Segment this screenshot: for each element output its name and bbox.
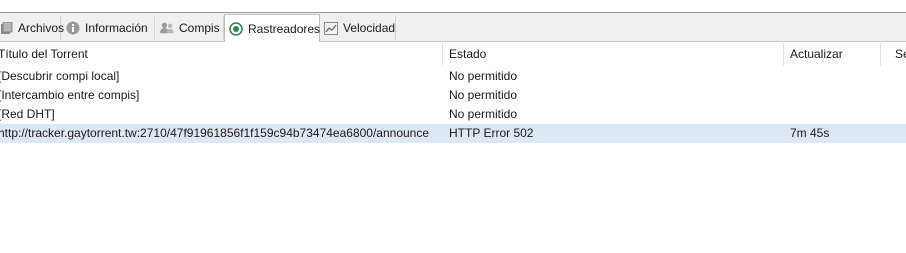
tab-speed-label: Velocidad [343, 21, 396, 35]
tracker-title: [Descubrir compi local] [0, 69, 120, 83]
tracker-title: [Intercambio entre compis] [0, 88, 140, 102]
tab-speed[interactable]: Velocidad [320, 16, 396, 40]
info-icon [66, 21, 80, 35]
details-tab-bar: Archivos Información Compis Rastreadores… [0, 13, 906, 42]
window-top-strip [0, 0, 906, 13]
column-divider[interactable] [880, 43, 881, 66]
tab-peers-label: Compis [179, 21, 220, 35]
tracker-next-update [790, 67, 880, 86]
tracker-status: HTTP Error 502 [449, 126, 534, 140]
tracker-title: [Red DHT] [0, 107, 55, 121]
table-row[interactable]: [Red DHT] No permitido [0, 105, 906, 124]
tab-trackers-label: Rastreadores [248, 21, 321, 36]
tracker-next-update: 7m 45s [790, 126, 830, 140]
column-header-update[interactable]: Actualizar [790, 42, 880, 66]
tab-files[interactable]: Archivos [0, 16, 65, 40]
tab-information[interactable]: Información [62, 16, 155, 40]
files-icon [0, 21, 13, 35]
tab-trackers[interactable]: Rastreadores [224, 14, 320, 42]
tab-information-label: Información [85, 21, 148, 35]
peers-icon [160, 21, 174, 35]
tracker-status: No permitido [449, 88, 518, 102]
column-header-seeds[interactable]: Se [895, 42, 906, 66]
tracker-title: http://tracker.gaytorrent.tw:2710/47f919… [0, 126, 430, 140]
table-row[interactable]: http://tracker.gaytorrent.tw:2710/47f919… [0, 124, 906, 143]
column-header-status[interactable]: Estado [449, 42, 783, 66]
speed-chart-icon [324, 21, 338, 35]
table-header: Título del Torrent Estado Actualizar Se [0, 42, 906, 66]
tracker-status: No permitido [449, 107, 518, 121]
tracker-status: No permitido [449, 69, 518, 83]
column-divider[interactable] [442, 43, 443, 66]
tracker-next-update [790, 86, 880, 105]
table-row[interactable]: [Intercambio entre compis] No permitido [0, 86, 906, 105]
tab-peers[interactable]: Compis [156, 16, 224, 40]
column-divider[interactable] [783, 43, 784, 66]
trackers-icon [229, 21, 243, 36]
tracker-next-update [790, 105, 880, 124]
table-row[interactable]: [Descubrir compi local] No permitido [0, 67, 906, 86]
tab-files-label: Archivos [18, 21, 65, 35]
column-header-title[interactable]: Título del Torrent [0, 42, 442, 66]
